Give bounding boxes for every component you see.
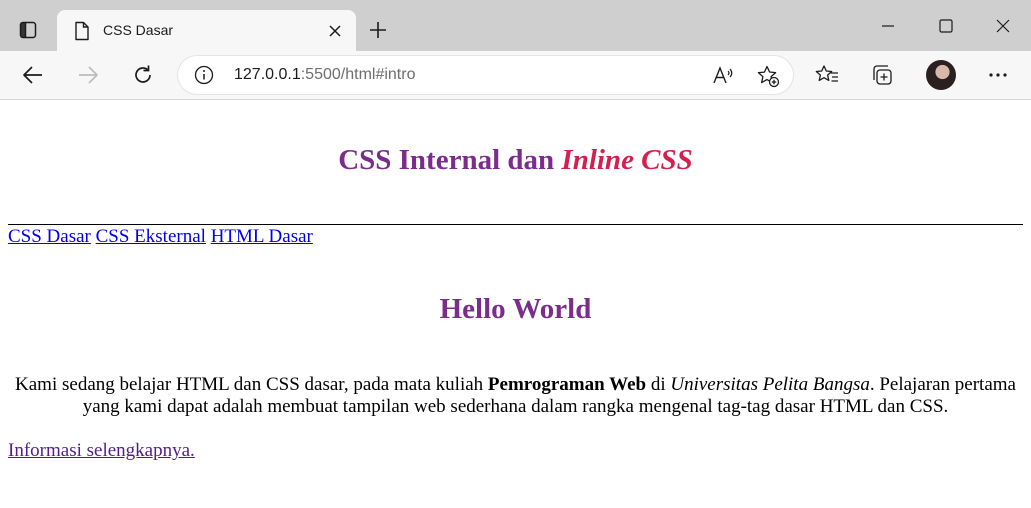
refresh-icon xyxy=(135,65,151,83)
minimize-button[interactable] xyxy=(876,14,900,38)
tab-title: CSS Dasar xyxy=(103,22,174,38)
back-icon xyxy=(23,66,42,84)
tab-bar: CSS Dasar xyxy=(0,0,1031,51)
browser-toolbar: 127.0.0.1:5500/html#intro xyxy=(0,51,1031,100)
window-close-button[interactable] xyxy=(991,14,1015,38)
tab-close-button[interactable] xyxy=(325,21,345,41)
tab-actions-button[interactable] xyxy=(10,14,46,46)
maximize-button[interactable] xyxy=(934,14,958,38)
nav-link-css-eksternal[interactable]: CSS Eksternal xyxy=(96,226,206,247)
url-path: :5500/html#intro xyxy=(300,66,416,83)
url-text[interactable]: 127.0.0.1:5500/html#intro xyxy=(234,66,415,84)
heading-text: CSS Internal dan xyxy=(338,144,562,176)
maximize-icon xyxy=(939,19,953,33)
collections-button[interactable] xyxy=(868,61,896,89)
file-icon xyxy=(75,21,89,41)
collections-icon xyxy=(873,65,892,85)
web-page: CSS Internal dan Inline CSS CSS Dasar CS… xyxy=(0,100,1031,508)
nav-links: CSS Dasar CSS Eksternal HTML Dasar xyxy=(8,226,313,248)
refresh-button[interactable] xyxy=(129,61,157,89)
window-close-icon xyxy=(996,19,1010,33)
more-info-link[interactable]: Informasi selengkapnya. xyxy=(8,440,195,462)
para-italic: Universitas Pelita Bangsa xyxy=(670,374,870,395)
heading-inline-text: Inline CSS xyxy=(561,144,693,176)
minimize-icon xyxy=(882,25,894,27)
divider xyxy=(8,224,1023,225)
para-text-2: di xyxy=(646,374,671,395)
forward-icon xyxy=(79,66,98,84)
nav-link-html-dasar[interactable]: HTML Dasar xyxy=(211,226,313,247)
more-icon xyxy=(989,73,1007,77)
more-button[interactable] xyxy=(984,61,1012,89)
add-favorite-icon[interactable] xyxy=(756,64,780,88)
plus-icon xyxy=(370,22,386,38)
browser-tab[interactable]: CSS Dasar xyxy=(57,10,356,51)
favorites-icon xyxy=(815,65,838,82)
url-host: 127.0.0.1 xyxy=(234,66,301,83)
address-bar[interactable]: 127.0.0.1:5500/html#intro xyxy=(178,56,793,94)
close-icon xyxy=(329,25,341,37)
para-text-1: Kami sedang belajar HTML dan CSS dasar, … xyxy=(15,374,488,395)
tab-actions-icon xyxy=(19,21,37,39)
nav-link-css-dasar[interactable]: CSS Dasar xyxy=(8,226,91,247)
back-button[interactable] xyxy=(19,61,47,89)
forward-button[interactable] xyxy=(74,61,102,89)
read-aloud-icon[interactable] xyxy=(712,65,734,87)
hello-heading: Hello World xyxy=(439,293,592,325)
info-icon[interactable] xyxy=(194,65,214,85)
new-tab-button[interactable] xyxy=(366,18,390,42)
favorites-button[interactable] xyxy=(813,61,841,89)
page-heading: CSS Internal dan Inline CSS xyxy=(0,144,1031,177)
profile-avatar[interactable] xyxy=(926,60,956,90)
intro-paragraph: Kami sedang belajar HTML dan CSS dasar, … xyxy=(8,374,1023,418)
para-bold: Pemrograman Web xyxy=(487,374,647,395)
